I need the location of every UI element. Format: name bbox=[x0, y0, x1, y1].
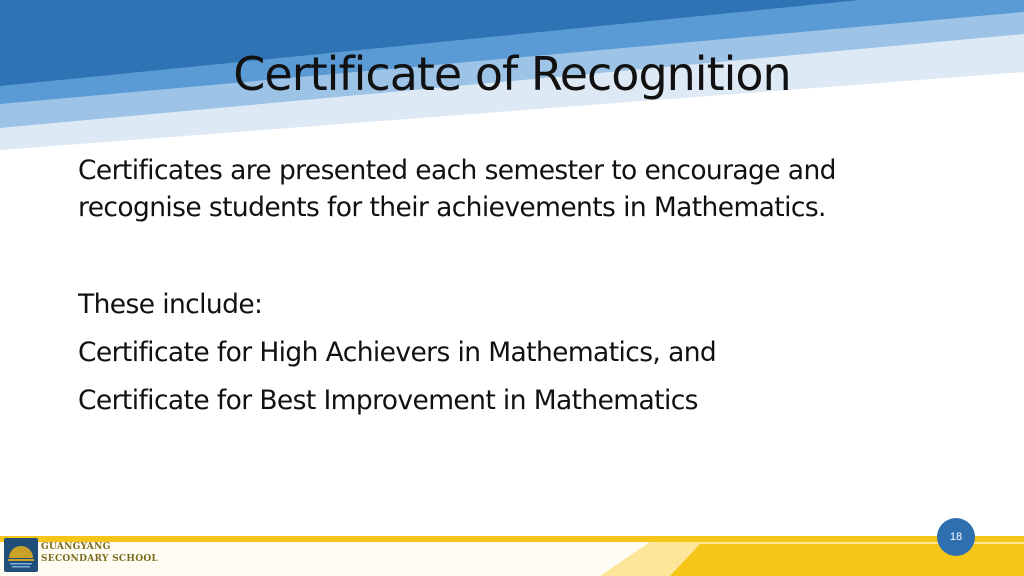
intro-paragraph: Certificates are presented each semester… bbox=[78, 152, 978, 226]
intro-line: Certificates are presented each semester… bbox=[78, 155, 836, 186]
slide-title: Certificate of Recognition bbox=[233, 47, 791, 101]
school-name-line: SECONDARY SCHOOL bbox=[41, 554, 159, 564]
slide-body: Certificates are presented each semester… bbox=[78, 152, 978, 425]
school-logo bbox=[4, 538, 38, 572]
slide: Certificate of Recognition Certificates … bbox=[0, 0, 1024, 576]
school-name: GUANGYANG SECONDARY SCHOOL bbox=[41, 541, 158, 565]
list-item: Certificate for Best Improvement in Math… bbox=[78, 385, 698, 416]
list-item: Certificate for High Achievers in Mathem… bbox=[78, 337, 717, 368]
page-number-badge: 18 bbox=[937, 518, 975, 556]
list-heading: These include: bbox=[78, 289, 263, 320]
school-name-line: GUANGYANG bbox=[41, 542, 111, 552]
intro-line: recognise students for their achievement… bbox=[78, 192, 826, 223]
